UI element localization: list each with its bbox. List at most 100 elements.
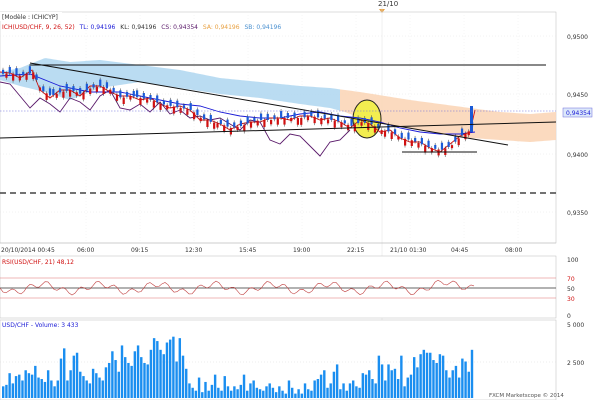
volume-bar	[242, 374, 246, 398]
volume-bar	[255, 387, 259, 398]
candle	[223, 125, 226, 132]
chart-canvas[interactable]: 21/10 [Modèle : ICHICYP] ICH(USD/CHF, 9,…	[0, 0, 594, 400]
time-label: 15:45	[239, 247, 256, 254]
volume-bar	[156, 341, 159, 398]
volume-axis: 5 000 2 500	[567, 322, 584, 367]
volume-bar	[252, 380, 255, 398]
volume-bar	[425, 352, 429, 398]
candle	[99, 79, 102, 87]
candle	[290, 118, 293, 122]
volume-bar	[79, 371, 82, 398]
candle	[233, 122, 236, 128]
volume-legend: USD/CHF - Volume: 3 433	[2, 322, 79, 329]
candle	[470, 106, 473, 132]
candle	[283, 118, 286, 125]
candle	[427, 140, 430, 147]
candle	[450, 145, 454, 149]
volume-bar	[412, 357, 416, 398]
volume-bar	[130, 365, 133, 398]
candle	[186, 109, 189, 115]
volume-bar	[294, 393, 297, 398]
rsi-axis: 100 70 50 30 0	[565, 257, 579, 320]
candle	[169, 99, 172, 106]
volume-bar	[46, 370, 50, 398]
candle	[246, 116, 249, 124]
volume-bar	[387, 364, 390, 398]
candle	[142, 93, 145, 99]
volume-bar	[326, 387, 329, 398]
candle	[400, 132, 403, 139]
candle	[209, 114, 212, 122]
candle	[280, 111, 283, 118]
candle	[45, 93, 48, 100]
candle	[296, 118, 299, 125]
volume-bar	[82, 376, 85, 398]
volume-bar	[297, 389, 300, 398]
candle	[2, 69, 5, 74]
volume-bar	[213, 374, 217, 398]
volume-bar	[159, 349, 162, 398]
candle	[286, 112, 289, 118]
candle	[95, 86, 98, 92]
volume-bar	[457, 377, 461, 398]
volume-bar	[21, 380, 24, 398]
legend-tl: TL: 0,94196	[79, 24, 116, 31]
candle	[410, 140, 413, 147]
volume-bar	[194, 390, 198, 398]
candle	[216, 123, 219, 128]
volume-bar	[451, 370, 454, 398]
model-tag[interactable]: [Modèle : ICHICYP]	[2, 14, 58, 21]
candle	[132, 90, 135, 97]
candle	[62, 91, 65, 98]
volume-bar	[149, 349, 153, 398]
volume-bar	[271, 387, 275, 398]
volume-bar	[432, 360, 435, 398]
time-label: 04:45	[451, 247, 468, 254]
time-axis: 20/10/2014 00:45 06:00 09:15 12:30 15:45…	[1, 247, 522, 254]
candle	[293, 112, 296, 118]
candle	[414, 137, 417, 142]
volume-bar	[217, 387, 220, 398]
volume-bar	[313, 380, 316, 398]
volume-bar	[168, 339, 172, 398]
volume-bar	[201, 392, 204, 398]
volume-bar	[368, 370, 371, 398]
volume-bar	[265, 386, 268, 398]
candle	[189, 103, 192, 110]
volume-bar	[233, 386, 236, 398]
candle	[213, 122, 216, 129]
volume-bar	[316, 379, 320, 398]
candle	[420, 137, 423, 145]
volume-bar	[335, 364, 339, 398]
chart-window: 21/10 [Modèle : ICHICYP] ICH(USD/CHF, 9,…	[0, 0, 594, 400]
price-label: 0,9450	[567, 92, 588, 99]
candle	[176, 100, 179, 108]
time-label: 19:00	[293, 247, 310, 254]
volume-bar	[14, 376, 18, 398]
candle	[303, 111, 306, 118]
candle	[199, 117, 202, 122]
volume-bar	[454, 365, 458, 398]
candle	[206, 120, 209, 128]
volume-bar	[18, 374, 21, 398]
candle	[397, 136, 400, 140]
candle	[460, 128, 464, 136]
price-axis: 0,9500 0,9450 0,9400 0,9350 0,94354	[562, 34, 593, 217]
volume-bar	[358, 387, 361, 398]
main-legend: ICH(USD/CHF, 9, 26, 52) TL: 0,94196 KL: …	[2, 24, 281, 31]
candle	[249, 122, 253, 128]
volume-bar	[384, 380, 387, 398]
time-label: 08:00	[505, 247, 522, 254]
volume-bar	[11, 383, 15, 398]
legend-kl: KL: 0,94196	[120, 24, 156, 31]
volume-bar	[339, 389, 342, 398]
volume-bar	[287, 380, 291, 398]
volume-bar	[140, 357, 143, 398]
candle	[136, 90, 139, 98]
candle	[440, 142, 444, 150]
candle	[236, 126, 239, 130]
candle	[125, 91, 129, 97]
rsi-legend: RSI(USD/CHF, 21) 48,12	[2, 259, 74, 266]
time-label: 09:15	[131, 247, 148, 254]
candle	[32, 72, 35, 80]
